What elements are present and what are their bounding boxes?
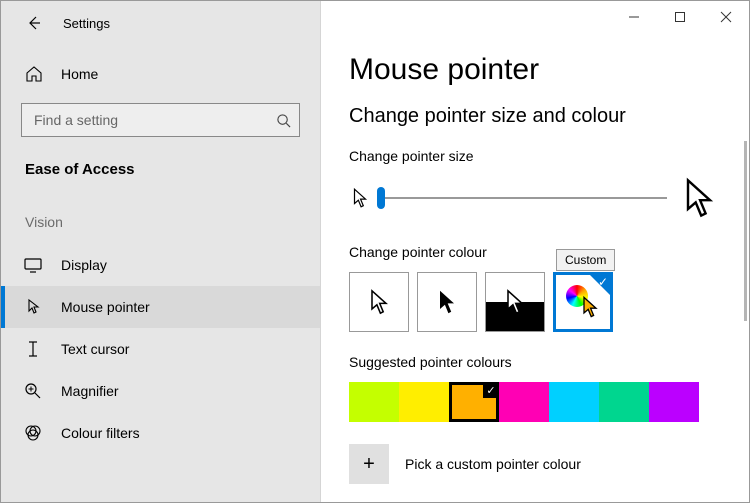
scrollbar[interactable] <box>744 141 747 321</box>
text-cursor-icon <box>23 339 43 359</box>
nav-colour-filters[interactable]: Colour filters <box>1 412 320 454</box>
pointer-colour-white[interactable] <box>349 272 409 332</box>
nav-text-cursor[interactable]: Text cursor <box>1 328 320 370</box>
display-icon <box>23 255 43 275</box>
back-icon[interactable] <box>25 15 41 31</box>
pointer-size-label: Change pointer size <box>349 148 721 164</box>
sidebar-home[interactable]: Home <box>21 63 300 85</box>
nav-item-label: Text cursor <box>61 341 129 357</box>
nav-magnifier[interactable]: Magnifier <box>1 370 320 412</box>
suggested-colours-row <box>349 382 721 422</box>
pointer-size-slider-row <box>349 176 721 220</box>
sidebar-subsection: Vision <box>1 214 320 230</box>
search-box[interactable] <box>21 103 300 137</box>
tooltip: Custom <box>556 249 615 271</box>
nav-item-label: Magnifier <box>61 383 119 399</box>
colour-option-6[interactable] <box>649 382 699 422</box>
search-icon <box>276 113 291 128</box>
slider-thumb[interactable] <box>377 187 385 209</box>
colour-option-0[interactable] <box>349 382 399 422</box>
window-title: Settings <box>63 16 110 31</box>
plus-icon: + <box>363 453 375 476</box>
home-icon <box>25 65 43 83</box>
page-subtitle: Change pointer size and colour <box>349 105 721 128</box>
settings-window: Settings Home Ease of Access Vision <box>0 0 750 503</box>
sidebar-home-label: Home <box>61 66 98 82</box>
suggested-colours-label: Suggested pointer colours <box>349 354 721 370</box>
sidebar: Settings Home Ease of Access Vision <box>1 1 321 502</box>
nav-mouse-pointer[interactable]: Mouse pointer <box>1 286 320 328</box>
nav-display[interactable]: Display <box>1 244 320 286</box>
pointer-colour-custom[interactable]: Custom ✓ <box>553 272 613 332</box>
colour-option-4[interactable] <box>549 382 599 422</box>
colour-option-1[interactable] <box>399 382 449 422</box>
nav-item-label: Display <box>61 257 107 273</box>
colour-option-5[interactable] <box>599 382 649 422</box>
custom-colour-row: + Pick a custom pointer colour <box>349 444 721 484</box>
colour-option-3[interactable] <box>499 382 549 422</box>
pointer-colour-inverted[interactable] <box>485 272 545 332</box>
colour-filters-icon <box>23 423 43 443</box>
nav-item-label: Colour filters <box>61 425 140 441</box>
add-custom-colour-button[interactable]: + <box>349 444 389 484</box>
magnifier-icon <box>23 381 43 401</box>
main-panel: Mouse pointer Change pointer size and co… <box>321 1 749 502</box>
pointer-colour-black[interactable] <box>417 272 477 332</box>
pointer-colour-options: Custom ✓ <box>349 272 721 332</box>
sidebar-section: Ease of Access <box>21 161 300 178</box>
custom-colour-label: Pick a custom pointer colour <box>405 456 581 472</box>
page-title: Mouse pointer <box>349 53 721 87</box>
colour-option-2[interactable] <box>449 382 499 422</box>
search-input[interactable] <box>32 111 276 129</box>
pointer-size-slider[interactable] <box>381 197 667 199</box>
pointer-icon <box>23 297 43 317</box>
small-cursor-icon <box>349 187 371 209</box>
nav-item-label: Mouse pointer <box>61 299 150 315</box>
large-cursor-icon <box>677 176 721 220</box>
pointer-colour-label: Change pointer colour <box>349 244 721 260</box>
nav-list: Display Mouse pointer Text cursor Magnif… <box>1 244 320 454</box>
